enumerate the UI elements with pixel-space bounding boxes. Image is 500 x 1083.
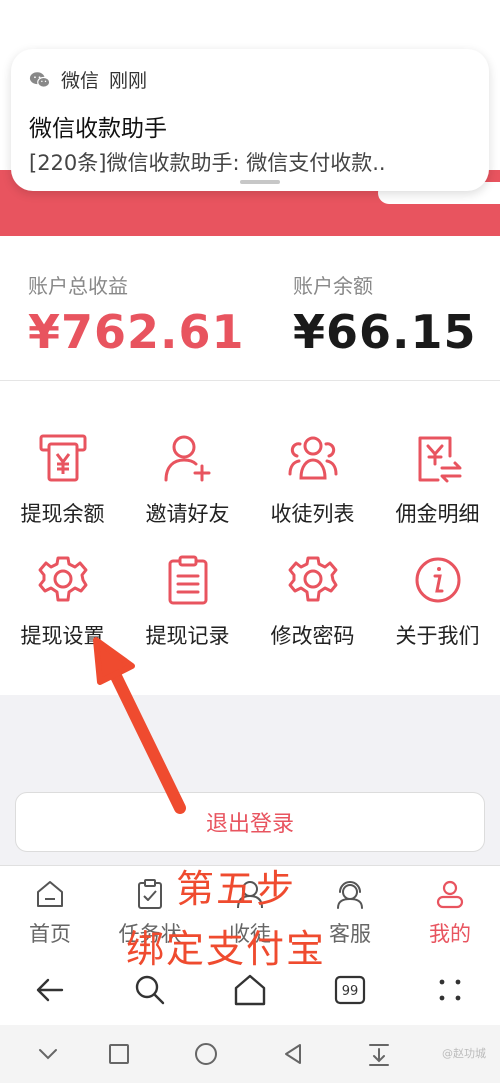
- account-balance-label: 账户余额: [293, 274, 373, 298]
- tabs-icon: 99: [334, 975, 366, 1005]
- tabs-counter-button[interactable]: 99: [330, 970, 370, 1010]
- annotation-step-text: 第五步: [176, 867, 297, 911]
- account-balance-value: ¥66.15: [293, 305, 477, 359]
- notification-pull-icon[interactable]: [364, 1039, 394, 1069]
- home-icon[interactable]: [230, 970, 270, 1010]
- total-earnings-value: ¥762.61: [28, 305, 245, 359]
- grid-label: 提现余额: [20, 502, 105, 526]
- commission-transfer-icon: [418, 436, 461, 483]
- more-dots-icon[interactable]: [430, 970, 470, 1010]
- total-earnings-label: 账户总收益: [28, 274, 128, 298]
- notification-time: 刚刚: [109, 70, 148, 92]
- grid-label: 佣金明细: [395, 502, 480, 526]
- grid-label: 邀请好友: [145, 502, 230, 526]
- tabs-count: 99: [342, 984, 359, 999]
- total-earnings: 账户总收益 ¥762.61: [28, 270, 245, 359]
- notification-title: 微信收款助手: [29, 116, 167, 142]
- home-circle-icon[interactable]: [191, 1039, 221, 1069]
- chevron-down-icon[interactable]: [33, 1039, 63, 1069]
- grid-item-withdraw-settings[interactable]: 提现设置: [0, 554, 125, 650]
- user-add-icon: [164, 435, 210, 482]
- annotation-step-subtext: 绑定支付宝: [126, 927, 327, 971]
- home-icon: [37, 881, 63, 907]
- gear-icon: [38, 556, 87, 602]
- clipboard-list-icon: [168, 555, 207, 605]
- grid-label: 提现设置: [20, 624, 105, 648]
- tab-home[interactable]: 首页: [0, 878, 100, 948]
- wechat-icon: [29, 71, 51, 88]
- headset-icon: [337, 881, 363, 909]
- stats-divider: [0, 380, 500, 381]
- recents-square-icon[interactable]: [104, 1039, 134, 1069]
- notification-body: [220条]微信收款助手: 微信支付收款..: [29, 151, 386, 175]
- group-icon: [288, 436, 337, 480]
- search-icon[interactable]: [130, 970, 170, 1010]
- user-icon: [436, 880, 464, 909]
- info-icon: [415, 557, 460, 603]
- back-triangle-icon[interactable]: [278, 1039, 308, 1069]
- system-nav-bar: @赵功城: [0, 1025, 500, 1083]
- notification-drag-handle[interactable]: [240, 180, 280, 184]
- back-arrow-icon[interactable]: [30, 970, 70, 1010]
- grid-item-about-us[interactable]: 关于我们: [375, 554, 500, 650]
- grid-item-withdraw-records[interactable]: 提现记录: [125, 554, 250, 650]
- tab-label: 我的: [429, 922, 471, 946]
- logout-button[interactable]: 退出登录: [15, 792, 485, 852]
- grid-item-invite-friends[interactable]: 邀请好友: [125, 432, 250, 528]
- grid-item-withdraw-balance[interactable]: 提现余额: [0, 432, 125, 528]
- clipboard-check-icon: [138, 879, 162, 909]
- watermark: @赵功城: [442, 1047, 486, 1060]
- grid-label: 收徒列表: [270, 502, 355, 526]
- grid-item-change-password[interactable]: 修改密码: [250, 554, 375, 650]
- wechat-notification[interactable]: 微信 刚刚 微信收款助手 [220条]微信收款助手: 微信支付收款..: [11, 49, 489, 191]
- account-balance: 账户余额 ¥66.15: [293, 270, 477, 359]
- tab-mine[interactable]: 我的: [400, 878, 500, 948]
- tab-label: 首页: [29, 922, 71, 946]
- grid-item-commission-details[interactable]: 佣金明细: [375, 432, 500, 528]
- grid-label: 提现记录: [145, 624, 230, 648]
- grid-item-apprentice-list[interactable]: 收徒列表: [250, 432, 375, 528]
- grid-label: 关于我们: [395, 624, 480, 648]
- atm-yen-icon: [39, 434, 86, 482]
- notification-app-name: 微信: [61, 70, 100, 92]
- notification-app-row: 微信 刚刚: [29, 66, 147, 93]
- grid-label: 修改密码: [270, 624, 355, 648]
- gear-icon: [288, 556, 337, 602]
